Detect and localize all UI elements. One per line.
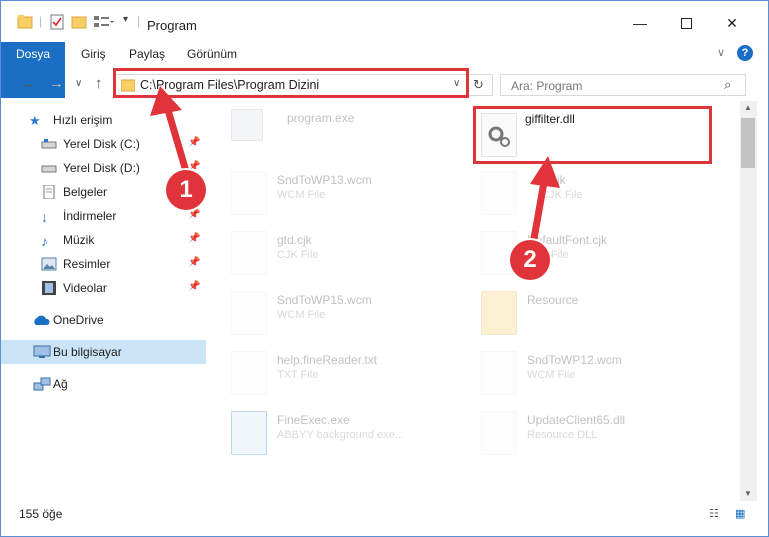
step-badge-1: 1	[166, 170, 206, 210]
file-item[interactable]: SndToWP13.wcm WCM File	[231, 165, 471, 221]
up-arrow-icon[interactable]: ↑	[95, 75, 103, 92]
close-button[interactable]: ✕	[709, 9, 755, 37]
navigation-pane: ★ Hızlı erişim Yerel Disk (C:) 📌 Yerel D…	[1, 103, 206, 501]
download-icon: ↓	[41, 209, 48, 225]
separator: |	[137, 14, 141, 28]
pin-icon[interactable]: 📌	[188, 281, 200, 292]
document-icon	[481, 171, 517, 215]
pictures-icon	[41, 257, 57, 271]
folder-icon	[481, 291, 517, 335]
star-icon: ★	[29, 113, 41, 128]
sidebar-item-music[interactable]: ♪ Müzik 📌	[1, 228, 206, 252]
file-highlight-box	[473, 106, 712, 164]
sidebar-item-downloads[interactable]: ↓ İndirmeler 📌	[1, 204, 206, 228]
pin-icon[interactable]: 📌	[188, 209, 200, 220]
search-box[interactable]: Ara: Program ⌕	[500, 74, 746, 96]
item-count: 155 öğe	[19, 507, 63, 521]
window-title: Program	[147, 18, 197, 33]
minimize-button[interactable]: —	[617, 9, 663, 37]
separator: |	[39, 14, 43, 28]
folder-item[interactable]: Resource	[481, 285, 721, 341]
search-icon[interactable]: ⌕	[724, 77, 731, 93]
file-item[interactable]: SndToWP12.wcm WCM File	[481, 345, 721, 401]
view-icon[interactable]	[93, 14, 115, 32]
documents-icon	[41, 184, 57, 200]
properties-icon[interactable]	[49, 14, 65, 32]
refresh-icon[interactable]: ↻	[473, 77, 484, 93]
large-icons-view-icon[interactable]: ▦	[735, 507, 745, 520]
step-badge-2: 2	[510, 240, 550, 280]
sidebar-item-videos[interactable]: Videolar 📌	[1, 276, 206, 300]
video-icon	[41, 281, 57, 295]
document-icon	[231, 291, 267, 335]
computer-icon	[33, 345, 51, 359]
drive-icon	[41, 161, 57, 175]
tab-gorunum[interactable]: Görünüm	[187, 42, 237, 66]
exe-icon	[231, 109, 263, 141]
pin-icon[interactable]: 📌	[188, 233, 200, 244]
document-icon	[231, 351, 267, 395]
file-item[interactable]: gtd.cjk CJK File	[231, 225, 471, 281]
new-folder-icon[interactable]	[71, 14, 87, 32]
forward-arrow-icon[interactable]: →	[49, 75, 64, 92]
scroll-up-icon[interactable]: ▲	[744, 103, 752, 112]
document-icon	[231, 171, 267, 215]
folder-icon[interactable]	[17, 14, 33, 32]
exe-icon	[231, 411, 267, 455]
maximize-button[interactable]	[663, 9, 709, 37]
sidebar-item-local-disk-c[interactable]: Yerel Disk (C:) 📌	[1, 132, 206, 156]
sidebar-item-quick-access[interactable]: ★ Hızlı erişim	[1, 108, 206, 132]
dll-file-icon	[481, 411, 517, 455]
document-icon	[481, 351, 517, 395]
pin-icon[interactable]: 📌	[188, 257, 200, 268]
file-item[interactable]: ...cjk CJK File	[481, 165, 721, 221]
back-arrow-icon[interactable]: ←	[21, 75, 36, 92]
sidebar-item-this-pc[interactable]: Bu bilgisayar	[1, 340, 206, 364]
file-item[interactable]: FineExec.exe ABBYY background exe...	[231, 405, 471, 461]
file-item[interactable]: UpdateClient65.dll Resource DLL	[481, 405, 721, 461]
tab-giris[interactable]: Giriş	[81, 42, 106, 66]
status-bar: 155 öğe ☷ ▦	[1, 501, 768, 536]
customize-arrow-icon[interactable]: ▾	[123, 14, 128, 32]
pin-icon[interactable]: 📌	[188, 137, 200, 148]
file-item[interactable]: help.fineReader.txt TXT File	[231, 345, 471, 401]
scrollbar-thumb[interactable]	[741, 118, 755, 168]
sidebar-item-onedrive[interactable]: OneDrive	[1, 308, 206, 332]
address-highlight-box	[113, 68, 469, 98]
sidebar-item-network[interactable]: Ağ	[1, 372, 206, 396]
cloud-icon	[33, 313, 50, 327]
details-view-icon[interactable]: ☷	[709, 507, 719, 520]
tab-paylas[interactable]: Paylaş	[129, 42, 165, 66]
expand-ribbon-icon[interactable]: ∨	[717, 46, 725, 59]
ribbon: Dosya Giriş Paylaş Görünüm ∨ ?	[1, 42, 768, 98]
network-icon	[33, 377, 51, 391]
scroll-down-icon[interactable]: ▼	[744, 489, 752, 498]
recent-chevron-icon[interactable]: ∨	[75, 78, 82, 89]
title-bar: | ▾ | Program — ✕	[1, 1, 768, 39]
file-item[interactable]: program.exe	[231, 103, 471, 159]
file-item[interactable]: SndToWP15.wcm WCM File	[231, 285, 471, 341]
drive-icon	[41, 137, 57, 151]
help-icon[interactable]: ?	[737, 45, 753, 61]
music-icon: ♪	[41, 233, 48, 249]
search-input[interactable]: Ara: Program	[511, 79, 582, 93]
document-icon	[231, 231, 267, 275]
sidebar-item-pictures[interactable]: Resimler 📌	[1, 252, 206, 276]
